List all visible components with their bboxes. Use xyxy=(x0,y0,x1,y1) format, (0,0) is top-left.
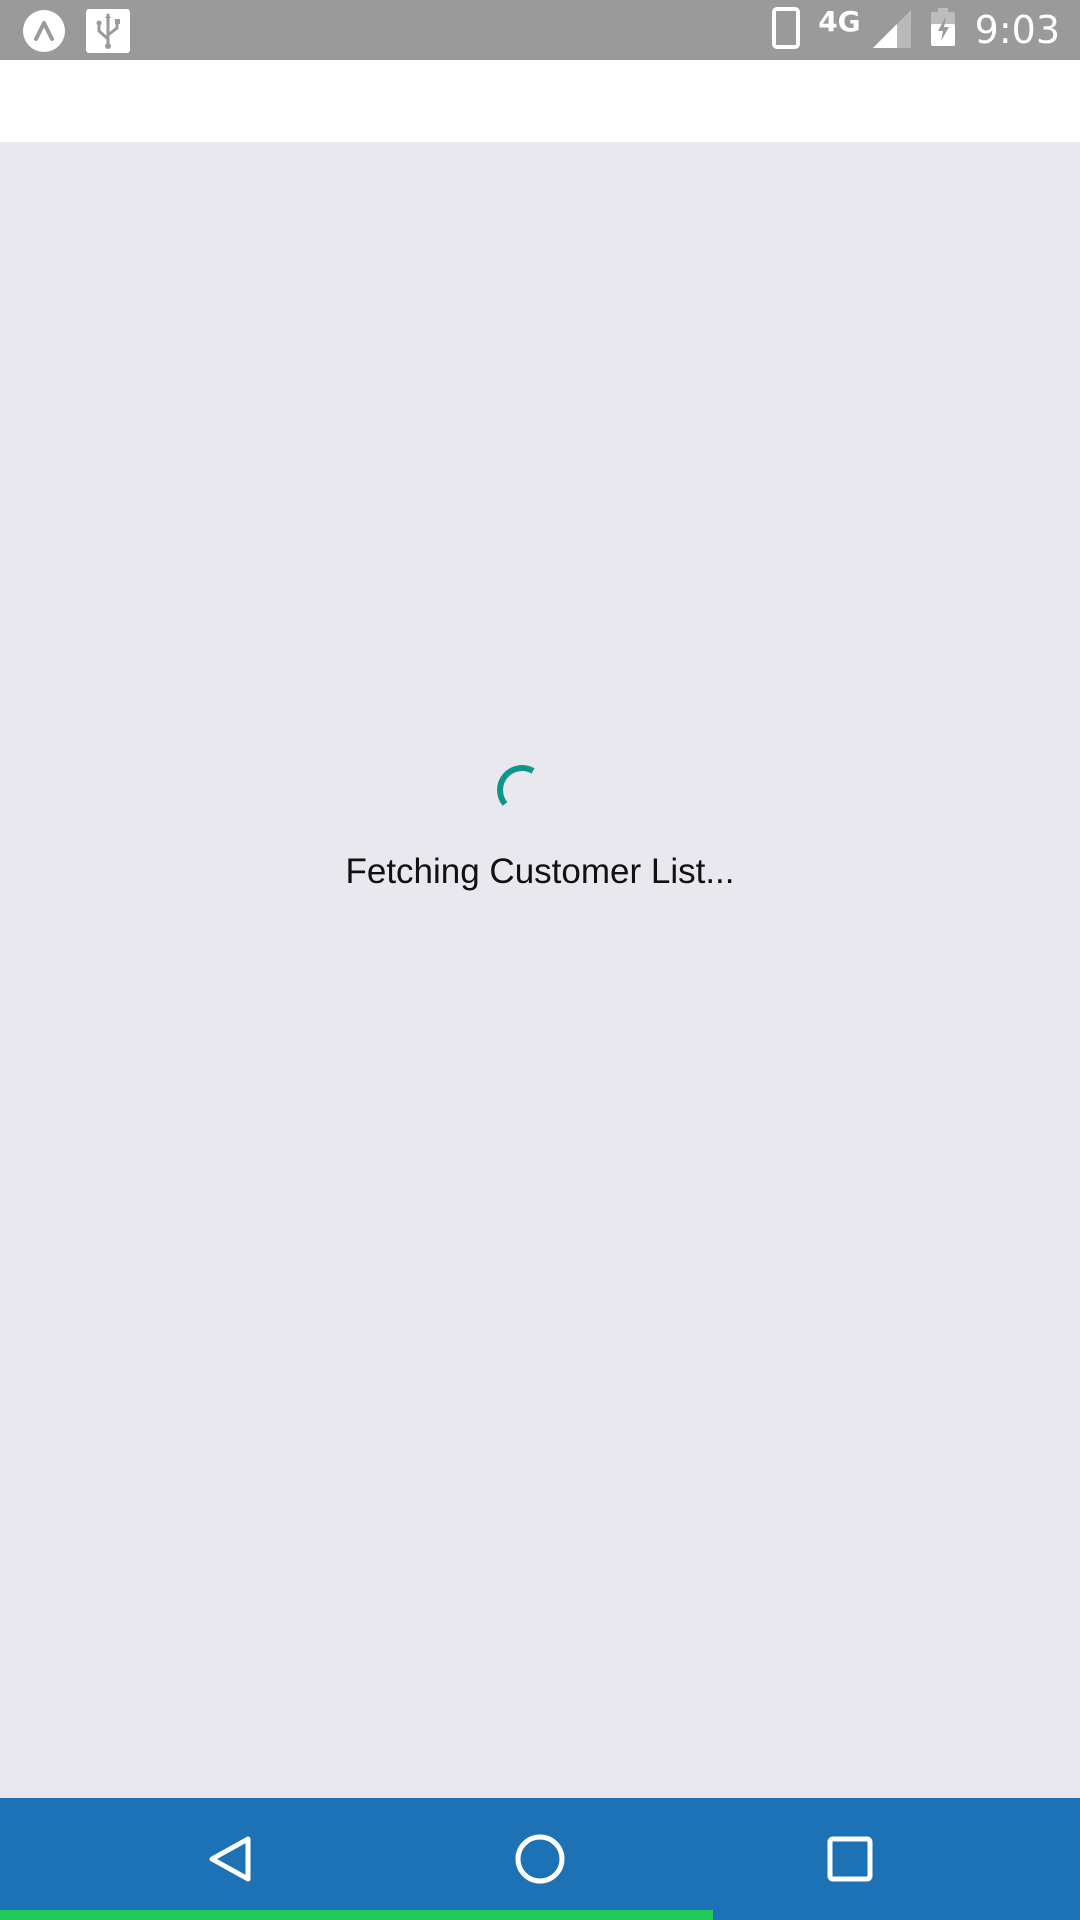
loading-spinner-icon xyxy=(497,765,535,806)
back-icon xyxy=(209,1836,251,1882)
app-launcher-icon xyxy=(22,9,66,58)
status-bar: 4G 9:03 xyxy=(0,0,1080,60)
status-left-icons xyxy=(22,9,130,58)
status-time: 9:03 xyxy=(974,8,1060,52)
back-button[interactable] xyxy=(195,1824,265,1894)
recents-button[interactable] xyxy=(815,1824,885,1894)
network-type-label: 4G xyxy=(818,4,861,38)
status-right-icons: 4G 9:03 xyxy=(772,0,1060,60)
usb-icon xyxy=(86,9,130,58)
home-button[interactable] xyxy=(505,1824,575,1894)
loading-progress-fill xyxy=(0,1910,713,1920)
cell-signal-icon xyxy=(871,8,911,53)
content-area xyxy=(0,142,1080,1798)
home-icon xyxy=(515,1834,565,1884)
loading-progress-bar xyxy=(0,1910,1080,1920)
battery-charging-icon xyxy=(929,7,957,53)
phone-icon xyxy=(772,6,801,54)
loading-message: Fetching Customer List... xyxy=(345,852,735,891)
navigation-bar xyxy=(0,1798,1080,1920)
recents-icon xyxy=(827,1836,873,1882)
app-bar xyxy=(0,60,1080,142)
